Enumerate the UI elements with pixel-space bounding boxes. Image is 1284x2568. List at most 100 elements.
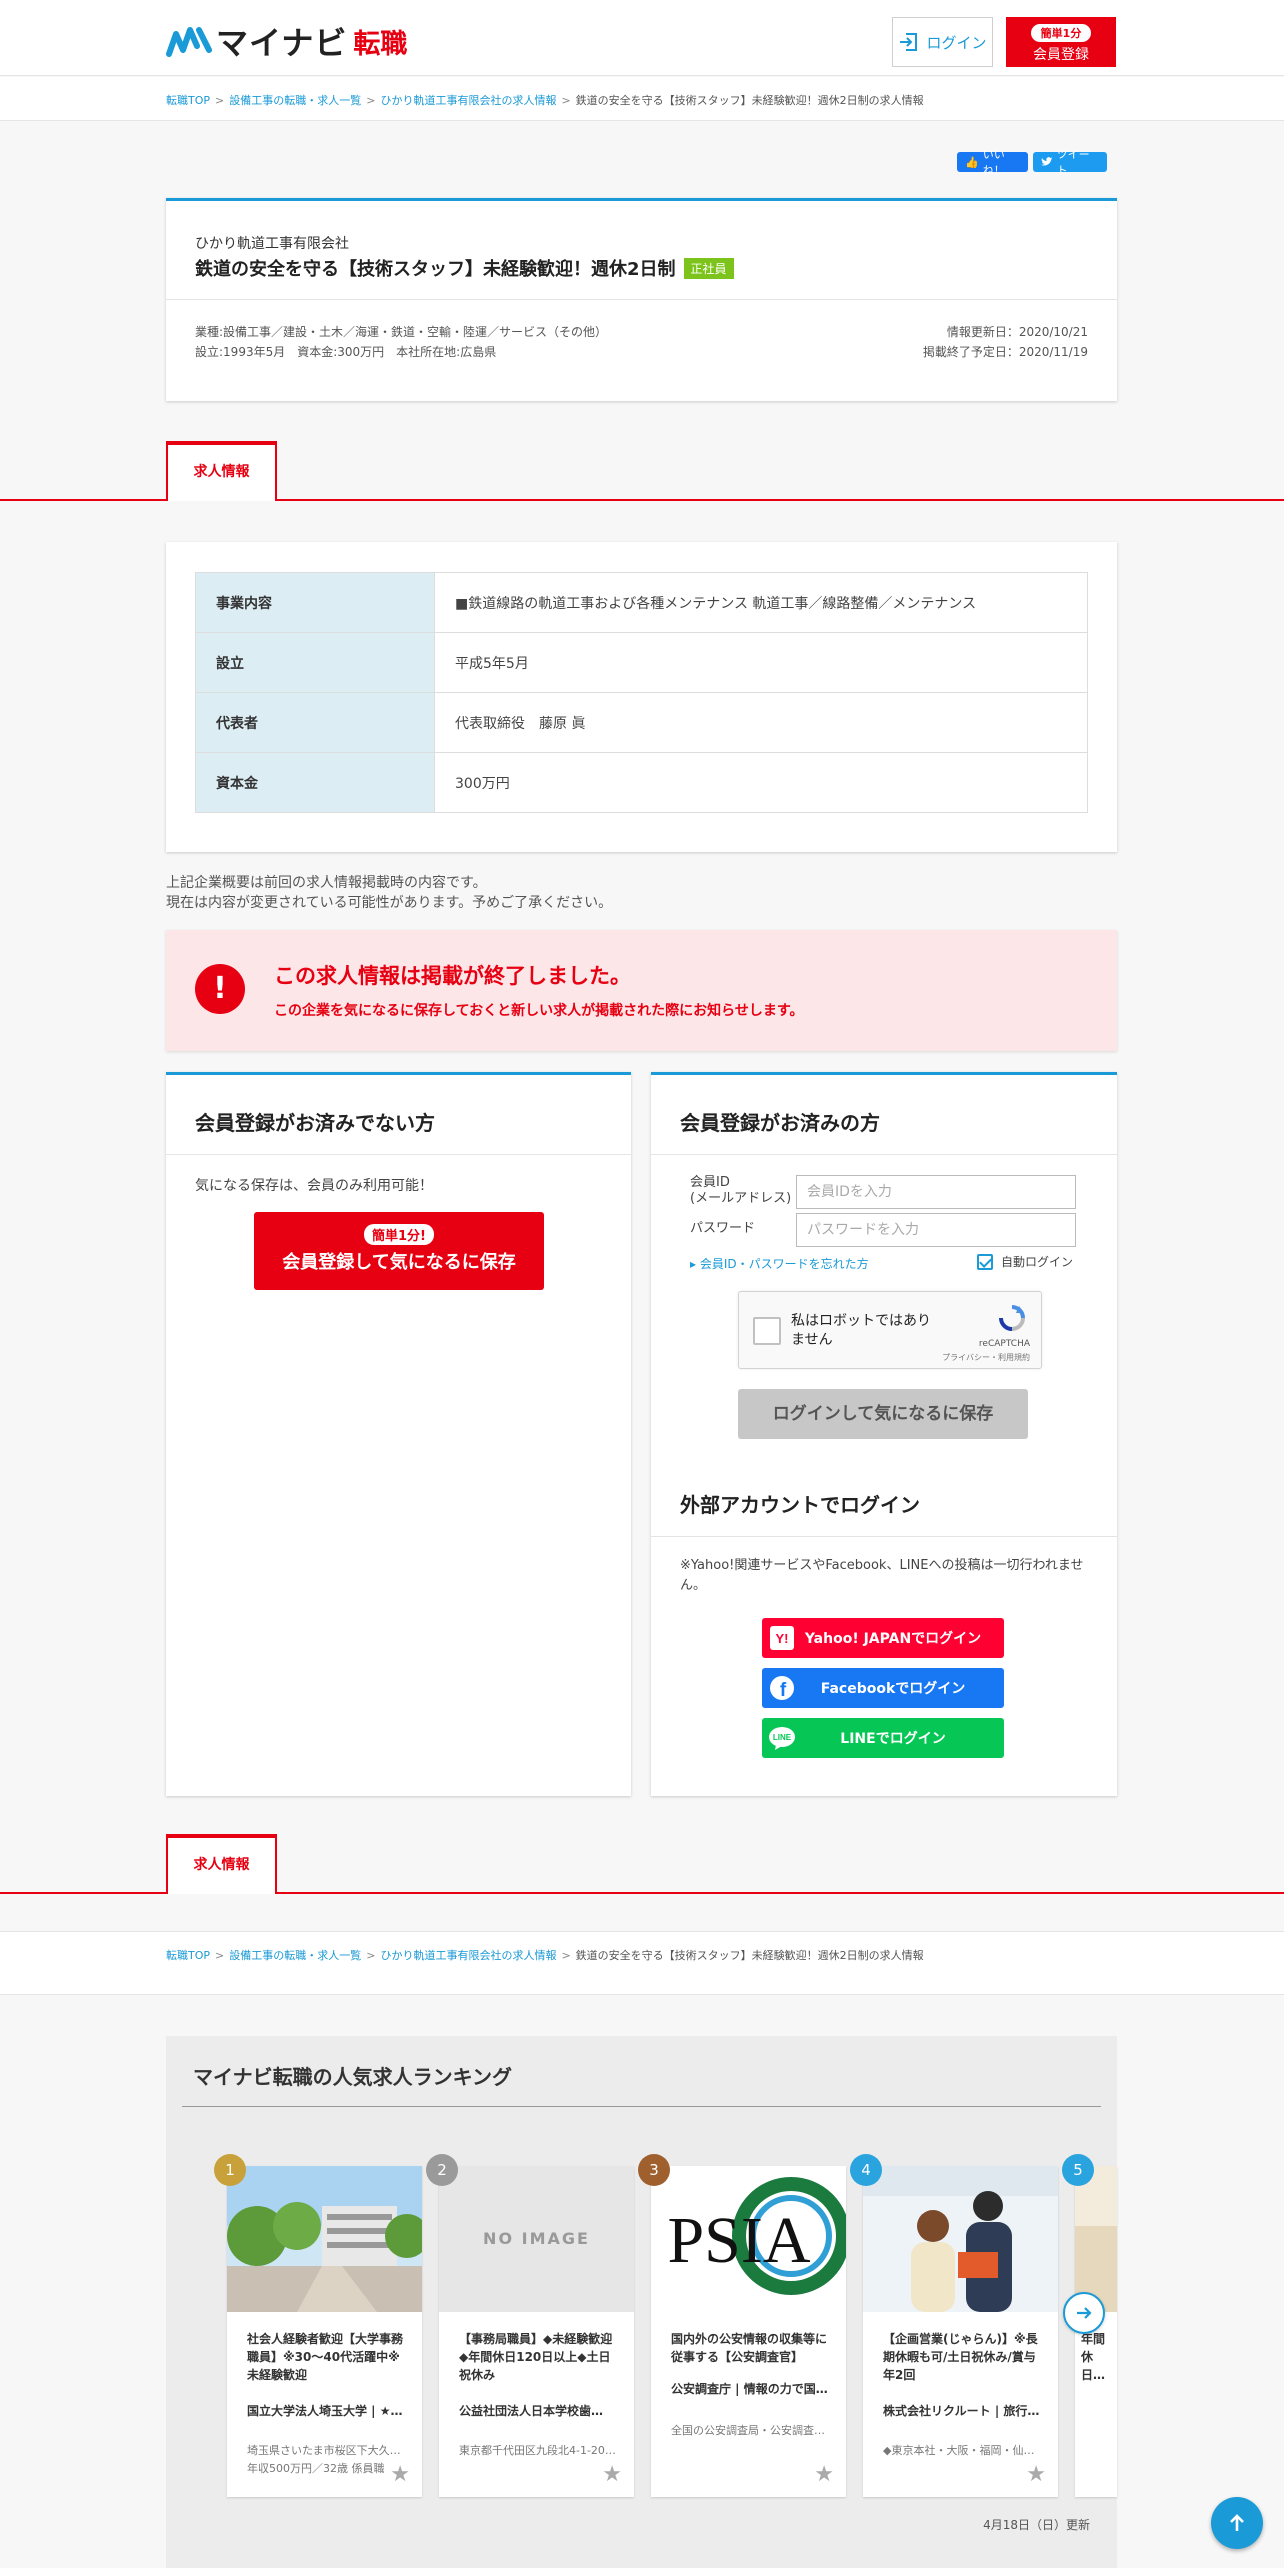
ranking-company: 公安調査庁 | 情報の力で国… <box>671 2382 828 2396</box>
divider <box>166 299 1117 300</box>
updated-date: 情報更新日：2020/10/21 <box>946 325 1088 339</box>
ranking-location: ◆東京本社・大阪・福岡・仙… <box>883 2444 1035 2457</box>
breadcrumb-link[interactable]: 転職TOP <box>166 1949 210 1962</box>
ranking-card[interactable]: 【企画営業(じゃらん)】※長期休暇も可/土日祝休み/賞与年2回 株式会社リクルー… <box>863 2166 1058 2497</box>
ranking-card[interactable]: 社会人経験者歓迎【大学事務職員】※30～40代活躍中※未経験歓迎 国立大学法人埼… <box>227 2166 422 2497</box>
ranking-card[interactable]: PSIA 国内外の公安情報の収集等に従事する【公安調査官】 公安調査庁 | 情報… <box>651 2166 846 2497</box>
table-row: 設立 平成5年5月 <box>195 632 1088 693</box>
line-login-label: LINEでログイン <box>840 1731 946 1747</box>
back-to-top-button[interactable] <box>1211 2497 1263 2549</box>
password-label: パスワード <box>690 1221 756 1236</box>
checkbox-checked-icon <box>977 1253 993 1270</box>
rank-badge: 1 <box>214 2154 246 2186</box>
facebook-login-button[interactable]: f Facebookでログイン <box>762 1668 1004 1708</box>
ranking-location: 東京都千代田区九段北4-1-20… <box>459 2444 616 2457</box>
breadcrumb-current: 鉄道の安全を守る【技術スタッフ】未経験歓迎！週休2日制の求人情報 <box>575 94 924 107</box>
ranking-job-title: 年間休日… <box>1081 2332 1106 2382</box>
button-pill: 簡単1分! <box>364 1224 434 1245</box>
alert-subtitle: この企業を気になるに保存しておくと新しい求人が掲載された際にお知らせします。 <box>274 1003 804 1019</box>
exclamation-icon: ! <box>195 964 245 1014</box>
table-header-cell: 設立 <box>195 632 435 693</box>
ranking-card[interactable]: NO IMAGE 【事務局職員】◆未経験歓迎◆年間休日120日以上◆土日祝休み … <box>439 2166 634 2497</box>
password-input[interactable] <box>796 1213 1076 1247</box>
job-summary-card: ひかり軌道工事有限会社 鉄道の安全を守る【技術スタッフ】未経験歓迎！週休2日制 … <box>166 198 1117 401</box>
star-icon[interactable]: ★ <box>390 2462 410 2487</box>
job-photo <box>863 2166 1058 2312</box>
divider <box>651 1536 1117 1537</box>
svg-text:f: f <box>780 1680 787 1701</box>
site-header: マイナビ 転職 ログイン 簡単1分 会員登録 <box>0 0 1284 76</box>
logo-sub-text: 転職 <box>353 28 408 59</box>
table-header-cell: 事業内容 <box>195 572 435 633</box>
breadcrumb-link[interactable]: 設備工事の転職・求人一覧 <box>229 94 361 107</box>
thumbs-up-icon: 👍 <box>965 155 979 169</box>
tab-job-info[interactable]: 求人情報 <box>166 1834 277 1894</box>
yahoo-icon: Y! <box>762 1618 802 1658</box>
table-cell: 平成5年5月 <box>434 632 1088 693</box>
ranking-company: 国立大学法人埼玉大学 | ★… <box>247 2404 403 2418</box>
breadcrumb: 転職TOP > 設備工事の転職・求人一覧 > ひかり軌道工事有限会社の求人情報 > 鉄道の安… <box>166 1949 924 1962</box>
job-photo <box>227 2166 422 2312</box>
ranking-location: 埼玉県さいたま市桜区下大久… 年収500万円／32歳 係員職 <box>247 2444 401 2475</box>
ranking-company: 株式会社リクルート | 旅行… <box>883 2404 1040 2418</box>
forgot-credentials-link[interactable]: ▸ 会員ID・パスワードを忘れた方 <box>690 1255 869 1272</box>
register-button[interactable]: 簡単1分 会員登録 <box>1006 17 1116 67</box>
facebook-like-button[interactable]: 👍 いいね！ <box>957 148 1028 177</box>
breadcrumb-link[interactable]: 転職TOP <box>166 94 210 107</box>
star-icon[interactable]: ★ <box>1026 2462 1046 2487</box>
yahoo-login-button[interactable]: Y! Yahoo! JAPANでログイン <box>762 1618 1004 1658</box>
divider <box>651 1154 1117 1155</box>
recaptcha-icon <box>999 1305 1025 1331</box>
arrow-right-icon <box>1077 2307 1092 2319</box>
company-info-table: 事業内容 ■鉄道線路の軌道工事および各種メンテナンス 軌道工事／線路整備／メンテ… <box>195 572 1088 813</box>
panel-heading: 会員登録がお済みの方 <box>680 1111 880 1135</box>
line-login-button[interactable]: LINE LINEでログイン <box>762 1718 1004 1758</box>
star-icon[interactable]: ★ <box>602 2462 622 2487</box>
rank-badge: 4 <box>850 2154 882 2186</box>
job-title: 鉄道の安全を守る【技術スタッフ】未経験歓迎！週休2日制 正社員 <box>195 255 734 281</box>
login-icon <box>900 33 918 51</box>
breadcrumb-bar: 転職TOP > 設備工事の転職・求人一覧 > ひかり軌道工事有限会社の求人情報 > 鉄道の安… <box>0 1931 1284 1995</box>
arrow-up-icon <box>1230 2514 1244 2531</box>
tab-job-info[interactable]: 求人情報 <box>166 441 277 501</box>
recaptcha-text: 私はロボットではありません <box>791 1313 931 1348</box>
recaptcha-links[interactable]: プライバシー・利用規約 <box>942 1352 1030 1363</box>
carousel-next-button[interactable] <box>1063 2292 1105 2334</box>
tweet-button[interactable]: ツイート <box>1033 148 1107 177</box>
ranking-updated-date: 4月18日（日）更新 <box>983 2518 1090 2532</box>
external-login-note: ※Yahoo!関連サービスやFacebook、LINEへの投稿は一切行われません… <box>680 1558 1084 1593</box>
facebook-login-label: Facebookでログイン <box>820 1681 966 1697</box>
yahoo-login-label: Yahoo! JAPANでログイン <box>804 1631 982 1647</box>
table-header-cell: 資本金 <box>195 752 435 813</box>
breadcrumb-link[interactable]: ひかり軌道工事有限会社の求人情報 <box>380 94 556 107</box>
member-only-note: 気になる保存は、会員のみ利用可能！ <box>195 1178 433 1194</box>
twitter-bird-icon <box>1041 157 1053 166</box>
svg-text:Y!: Y! <box>776 1631 789 1646</box>
ranking-job-title: 社会人経験者歓迎【大学事務職員】※30～40代活躍中※未経験歓迎 <box>247 2332 404 2382</box>
company-name: ひかり軌道工事有限会社 <box>195 236 349 252</box>
login-button[interactable]: ログイン <box>892 17 993 67</box>
auto-login-checkbox[interactable]: 自動ログイン <box>977 1253 1073 1270</box>
job-title-text: 鉄道の安全を守る【技術スタッフ】未経験歓迎！週休2日制 <box>195 259 676 280</box>
no-image-placeholder: NO IMAGE <box>439 2166 634 2312</box>
panel-heading: 会員登録がお済みでない方 <box>195 1111 435 1135</box>
recaptcha-checkbox[interactable] <box>753 1317 781 1345</box>
site-logo[interactable]: マイナビ 転職 <box>166 22 408 61</box>
industry-text: 業種:設備工事／建設・土木／海運・鉄道・空輸・陸運／サービス（その他） <box>195 325 608 339</box>
ranking-company: 公益社団法人日本学校歯… <box>459 2404 604 2418</box>
table-cell: ■鉄道線路の軌道工事および各種メンテナンス 軌道工事／線路整備／メンテナンス <box>434 572 1088 633</box>
rank-badge: 3 <box>638 2154 670 2186</box>
register-and-save-button[interactable]: 簡単1分! 会員登録して気になるに保存 <box>254 1212 544 1290</box>
listing-ended-alert: ! この求人情報は掲載が終了しました。 この企業を気になるに保存しておくと新しい… <box>166 930 1117 1051</box>
breadcrumb-link[interactable]: 設備工事の転職・求人一覧 <box>229 1949 361 1962</box>
svg-text:PSIA: PSIA <box>667 2204 810 2277</box>
member-id-input[interactable] <box>796 1175 1076 1209</box>
register-label: 会員登録 <box>1033 47 1089 63</box>
login-label: ログイン <box>926 33 987 52</box>
login-and-save-button[interactable]: ログインして気になるに保存 <box>738 1389 1028 1439</box>
table-header-cell: 代表者 <box>195 692 435 753</box>
alert-title: この求人情報は掲載が終了しました。 <box>274 964 631 988</box>
star-icon[interactable]: ★ <box>814 2462 834 2487</box>
breadcrumb-link[interactable]: ひかり軌道工事有限会社の求人情報 <box>380 1949 556 1962</box>
established-text: 設立:1993年5月 資本金:300万円 本社所在地:広島県 <box>195 345 497 359</box>
